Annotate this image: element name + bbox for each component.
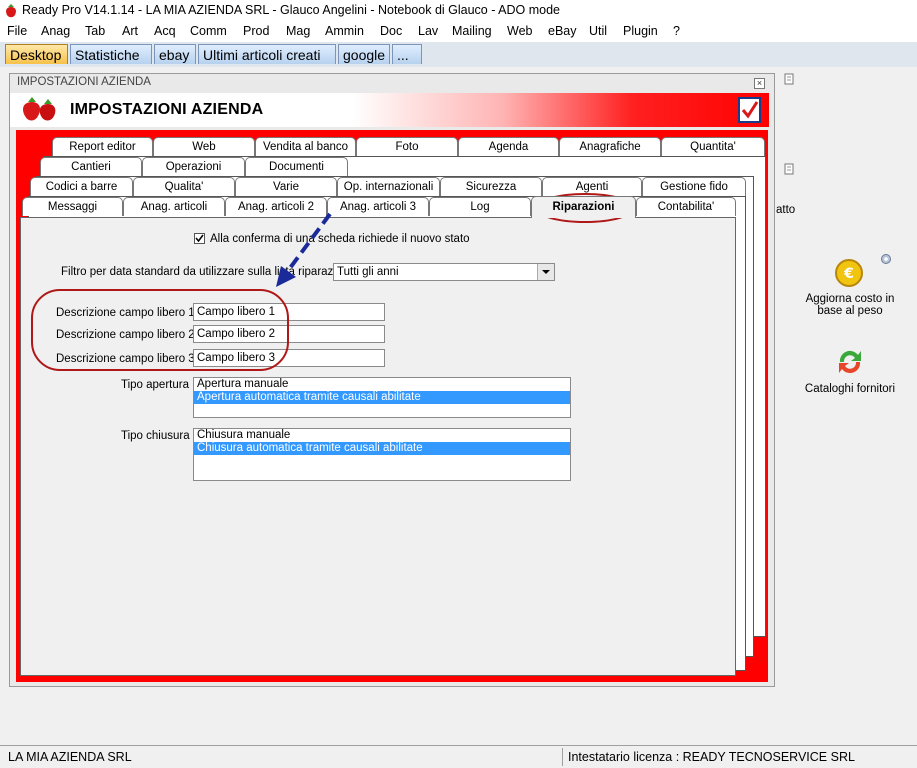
title-bar: Ready Pro V14.1.14 - LA MIA AZIENDA SRL … [0,0,917,22]
strawberries-logo-icon [23,97,56,121]
tab-messaggi[interactable]: Messaggi [22,197,123,216]
date-filter-value: Tutti gli anni [337,266,399,278]
strawberry-icon [6,4,16,18]
desktop-tab-bar: Desktop Statistiche ebay Ultimi articoli… [0,42,917,67]
menu-help[interactable]: ? [673,24,680,38]
menu-comm[interactable]: Comm [190,24,227,38]
field3-label: Descrizione campo libero 3 : [56,353,202,365]
header-title: IMPOSTAZIONI AZIENDA [70,101,264,118]
status-bar: LA MIA AZIENDA SRL Intestatario licenza … [0,745,917,768]
menu-tab[interactable]: Tab [85,24,105,38]
window-header: IMPOSTAZIONI AZIENDA [10,93,769,127]
list-item[interactable]: Apertura automatica tramite causali abil… [194,391,570,404]
tab-statistiche[interactable]: Statistiche [70,44,152,64]
tab-log[interactable]: Log [429,197,531,216]
list-item[interactable]: Chiusura manuale [194,429,570,442]
status-license: Intestatario licenza : READY TECNOSERVIC… [568,750,855,764]
field1-label: Descrizione campo libero 1 : [56,307,202,319]
close-icon[interactable]: × [754,78,765,89]
filter-label: Filtro per data standard da utilizzare s… [61,266,358,278]
tab-gestione-fido[interactable]: Gestione fido [642,177,746,196]
aggiorna-costo-label[interactable]: Aggiorna costo in base al peso [798,293,902,317]
tab-cantieri[interactable]: Cantieri [40,157,142,176]
side-partial-label: atto [776,204,796,216]
menu-mailing[interactable]: Mailing [452,24,492,38]
tab-vendita-al-banco[interactable]: Vendita al banco [255,137,356,156]
list-item[interactable]: Chiusura automatica tramite causali abil… [194,442,570,455]
status-divider [562,748,563,766]
refresh-arrows-icon[interactable] [834,346,866,378]
tab-anag-articoli-3[interactable]: Anag. articoli 3 [327,197,429,216]
menu-web[interactable]: Web [507,24,532,38]
confirm-status-checkbox[interactable] [194,233,205,244]
tab-op-internazionali[interactable]: Op. internazionali [337,177,440,196]
window-title: Ready Pro V14.1.14 - LA MIA AZIENDA SRL … [22,3,561,17]
tab-anag-articoli-2[interactable]: Anag. articoli 2 [225,197,327,216]
tab-ultimi-articoli[interactable]: Ultimi articoli creati [198,44,336,64]
apertura-listbox[interactable]: Apertura manuale Apertura automatica tra… [193,377,571,418]
menu-file[interactable]: File [7,24,27,38]
cataloghi-fornitori-label[interactable]: Cataloghi fornitori [798,383,902,395]
menu-ammin[interactable]: Ammin [325,24,364,38]
tab-web[interactable]: Web [153,137,255,156]
campo-libero-2-input[interactable]: Campo libero 2 [193,325,385,343]
confirm-status-label: Alla conferma di una scheda richiede il … [210,233,470,245]
tab-foto[interactable]: Foto [356,137,458,156]
menu-lav[interactable]: Lav [418,24,438,38]
menu-bar: File Anag Tab Art Acq Comm Prod Mag Ammi… [0,22,917,42]
menu-mag[interactable]: Mag [286,24,310,38]
tab-ebay[interactable]: ebay [154,44,196,64]
list-item[interactable]: Apertura manuale [194,378,570,391]
menu-art[interactable]: Art [122,24,138,38]
tab-sicurezza[interactable]: Sicurezza [440,177,542,196]
tab-more[interactable]: ... [392,44,422,64]
status-company: LA MIA AZIENDA SRL [8,750,132,764]
scroll-icon[interactable] [782,162,796,176]
menu-anag[interactable]: Anag [41,24,70,38]
tab-anag-articoli[interactable]: Anag. articoli [123,197,225,216]
menu-doc[interactable]: Doc [380,24,402,38]
window-caption: IMPOSTAZIONI AZIENDA [17,76,151,88]
field2-label: Descrizione campo libero 2 : [56,329,202,341]
gear-icon[interactable] [879,252,893,266]
checklist-icon[interactable] [737,96,763,124]
check-icon [195,234,204,243]
tab-anagrafiche[interactable]: Anagrafiche [559,137,661,156]
menu-acq[interactable]: Acq [154,24,176,38]
euro-coin-icon[interactable]: € [834,258,864,288]
menu-prod[interactable]: Prod [243,24,269,38]
tab-agenti[interactable]: Agenti [542,177,642,196]
tab-agenda[interactable]: Agenda [458,137,559,156]
date-filter-select[interactable]: Tutti gli anni [333,263,555,281]
tab-desktop[interactable]: Desktop [5,44,68,64]
chevron-down-icon[interactable] [537,264,554,280]
tab-documenti[interactable]: Documenti [245,157,348,176]
tab-contabilita[interactable]: Contabilita' [636,197,736,216]
chiusura-listbox[interactable]: Chiusura manuale Chiusura automatica tra… [193,428,571,481]
tab-google[interactable]: google [338,44,390,64]
menu-util[interactable]: Util [589,24,607,38]
apertura-label: Tipo apertura : [121,379,196,391]
tab-report-editor[interactable]: Report editor [52,137,153,156]
campo-libero-3-input[interactable]: Campo libero 3 [193,349,385,367]
menu-ebay[interactable]: eBay [548,24,577,38]
menu-plugin[interactable]: Plugin [623,24,658,38]
tab-varie[interactable]: Varie [235,177,337,196]
tab-quantita[interactable]: Quantita' [661,137,765,156]
chiusura-label: Tipo chiusura : [121,430,196,442]
scroll-icon[interactable] [782,72,796,86]
campo-libero-1-input[interactable]: Campo libero 1 [193,303,385,321]
svg-text:€: € [843,266,854,282]
tab-operazioni[interactable]: Operazioni [142,157,245,176]
tab-riparazioni[interactable]: Riparazioni [531,196,636,218]
tab-codici-a-barre[interactable]: Codici a barre [30,177,133,196]
tab-qualita[interactable]: Qualita' [133,177,235,196]
